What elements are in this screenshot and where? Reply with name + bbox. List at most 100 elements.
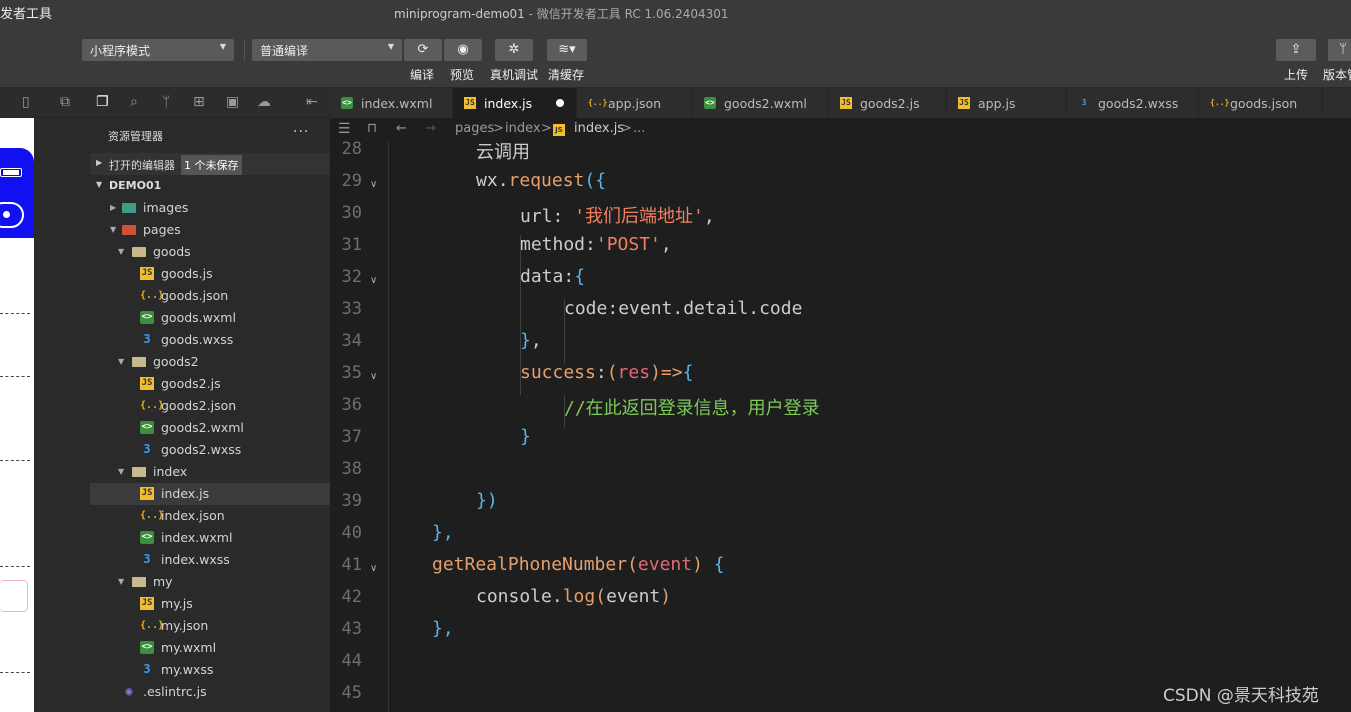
breadcrumb-index[interactable]: index <box>505 121 541 136</box>
simulator-preview[interactable] <box>0 118 34 712</box>
tree-item[interactable]: JS goods2.js <box>90 373 330 395</box>
unsaved-dot-icon[interactable] <box>556 99 564 107</box>
compile-select[interactable]: 普通编译 ▼ <box>252 39 402 61</box>
source-control-icon[interactable]: ᛘ <box>162 94 170 110</box>
code-line[interactable]: 云调用 <box>476 138 530 164</box>
tree-item[interactable]: ▼ goods <box>90 241 330 263</box>
indent-guide <box>564 395 565 427</box>
tree-item[interactable]: 3 goods2.wxss <box>90 439 330 461</box>
code-line[interactable]: } <box>520 426 531 447</box>
version-button[interactable]: ᛘ <box>1328 39 1351 61</box>
tab-app-json[interactable]: {..} app.json <box>577 88 693 118</box>
breadcrumb-file[interactable]: index.js <box>574 121 624 136</box>
code-line[interactable]: console.log(event) <box>476 586 671 607</box>
tree-item[interactable]: 3 goods.wxss <box>90 329 330 351</box>
breadcrumb-pages[interactable]: pages <box>455 121 494 136</box>
tree-item[interactable]: 3 my.wxss <box>90 659 330 681</box>
code-line[interactable]: }, <box>520 330 542 351</box>
window-icon[interactable]: ⧉ <box>60 94 70 110</box>
code-line[interactable]: url: '我们后端地址', <box>520 202 715 228</box>
tab-goods2-js[interactable]: JS goods2.js <box>829 88 947 118</box>
code-line[interactable]: getRealPhoneNumber(event) { <box>432 554 725 575</box>
code-line[interactable]: }, <box>432 522 454 543</box>
open-editors-section[interactable]: ▶ 打开的编辑器 1 个未保存 <box>90 153 330 175</box>
tree-item[interactable]: {..} index.json <box>90 505 330 527</box>
tab-index-wxml[interactable]: <> index.wxml <box>330 88 453 118</box>
tree-item[interactable]: ◉ .eslintrc.js <box>90 681 330 703</box>
tree-item[interactable]: {..} goods.json <box>90 285 330 307</box>
code-line[interactable]: success:(res)=>{ <box>520 362 693 383</box>
fold-chevron-icon[interactable]: ∨ <box>370 275 377 286</box>
tree-item[interactable]: {..} my.json <box>90 615 330 637</box>
tree-item-label: goods.json <box>161 288 229 303</box>
folder-icon <box>132 247 146 257</box>
tree-item[interactable]: JS goods.js <box>90 263 330 285</box>
docker-icon[interactable]: ☁ <box>257 94 271 110</box>
tab-goods2-wxml[interactable]: <> goods2.wxml <box>693 88 829 118</box>
fold-chevron-icon[interactable]: ∨ <box>370 179 377 190</box>
code-line[interactable]: }) <box>476 490 498 511</box>
tab-goods2-wxss[interactable]: 3 goods2.wxss <box>1067 88 1199 118</box>
line-number: 36 <box>341 395 362 415</box>
collapse-panel-icon[interactable]: ⇤ <box>306 94 318 110</box>
upload-button[interactable]: ⇪ <box>1276 39 1316 61</box>
phone-icon[interactable]: ▯ <box>22 94 30 110</box>
tree-item[interactable]: {..} goods2.json <box>90 395 330 417</box>
code-line[interactable]: method:'POST', <box>520 234 672 255</box>
tree-item[interactable]: <> goods.wxml <box>90 307 330 329</box>
preview-button[interactable]: ◉ <box>444 39 482 61</box>
compile-label[interactable]: 编译 <box>410 66 434 83</box>
tree-item[interactable]: <> goods2.wxml <box>90 417 330 439</box>
fold-chevron-icon[interactable]: ∨ <box>370 563 377 574</box>
tree-item[interactable]: ▶ images <box>90 197 330 219</box>
search-icon[interactable]: ⌕ <box>130 94 138 110</box>
bookmark-icon[interactable]: ⊓ <box>367 121 377 136</box>
tab-app-js[interactable]: JS app.js <box>947 88 1067 118</box>
remote-debug-label[interactable]: 真机调试 <box>490 66 538 83</box>
code-line[interactable]: code:event.detail.code <box>564 298 802 319</box>
json-file-icon: {..} <box>140 510 165 521</box>
remote-debug-button[interactable]: ✲ <box>495 39 533 61</box>
code-line[interactable]: //在此返回登录信息，用户登录 <box>564 394 820 420</box>
code-line[interactable]: wx.request({ <box>476 170 606 191</box>
compile-button[interactable]: ⟳ <box>404 39 442 61</box>
clear-cache-button[interactable]: ≋▾ <box>547 39 587 61</box>
wxml-file-icon: <> <box>140 311 154 324</box>
chevron-down-icon: ▼ <box>118 357 125 366</box>
tree-item[interactable]: JS index.js <box>90 483 330 505</box>
upload-label[interactable]: 上传 <box>1284 66 1308 83</box>
code-line[interactable]: data:{ <box>520 266 585 287</box>
simulator-input[interactable] <box>0 580 28 612</box>
line-number: 42 <box>341 587 362 607</box>
fold-chevron-icon[interactable]: ∨ <box>370 371 377 382</box>
tree-item[interactable]: ▼ my <box>90 571 330 593</box>
tree-item-label: goods.wxml <box>161 310 236 325</box>
wxss-file-icon: 3 <box>143 552 151 566</box>
breadcrumb-more[interactable]: ... <box>633 121 645 136</box>
tab-goods-json[interactable]: {..} goods.json <box>1199 88 1323 118</box>
code-line[interactable]: }, <box>432 618 454 639</box>
files-icon[interactable]: ❐ <box>96 94 109 110</box>
back-arrow-icon[interactable]: ← <box>396 121 407 136</box>
tree-item[interactable]: ▼ goods2 <box>90 351 330 373</box>
tree-item[interactable]: <> my.wxml <box>90 637 330 659</box>
code-token: ( <box>627 554 638 575</box>
watermark: CSDN @景天科技苑 <box>1163 686 1319 706</box>
preview-label[interactable]: 预览 <box>450 66 474 83</box>
clear-cache-label[interactable]: 清缓存 <box>548 66 584 83</box>
mode-select[interactable]: 小程序模式 ▼ <box>82 39 234 61</box>
tab-index-js[interactable]: JS index.js <box>453 88 577 118</box>
forward-arrow-icon[interactable]: → <box>425 121 436 136</box>
version-label[interactable]: 版本管 <box>1323 66 1351 83</box>
code-editor[interactable]: 28 云调用 29 ∨ wx.request({30 url: '我们后端地址', 31 me… <box>330 139 1351 712</box>
list-icon[interactable]: ☰ <box>338 121 351 137</box>
tree-item[interactable]: 3 index.wxss <box>90 549 330 571</box>
tree-item[interactable]: <> index.wxml <box>90 527 330 549</box>
project-section[interactable]: ▼ DEMO01 <box>90 175 330 197</box>
tree-item[interactable]: ▼ index <box>90 461 330 483</box>
extensions-icon[interactable]: ⊞ <box>193 94 205 110</box>
more-icon[interactable]: ··· <box>293 124 309 140</box>
tree-item[interactable]: JS my.js <box>90 593 330 615</box>
tree-item[interactable]: ▼ pages <box>90 219 330 241</box>
save-icon[interactable]: ▣ <box>226 94 239 110</box>
